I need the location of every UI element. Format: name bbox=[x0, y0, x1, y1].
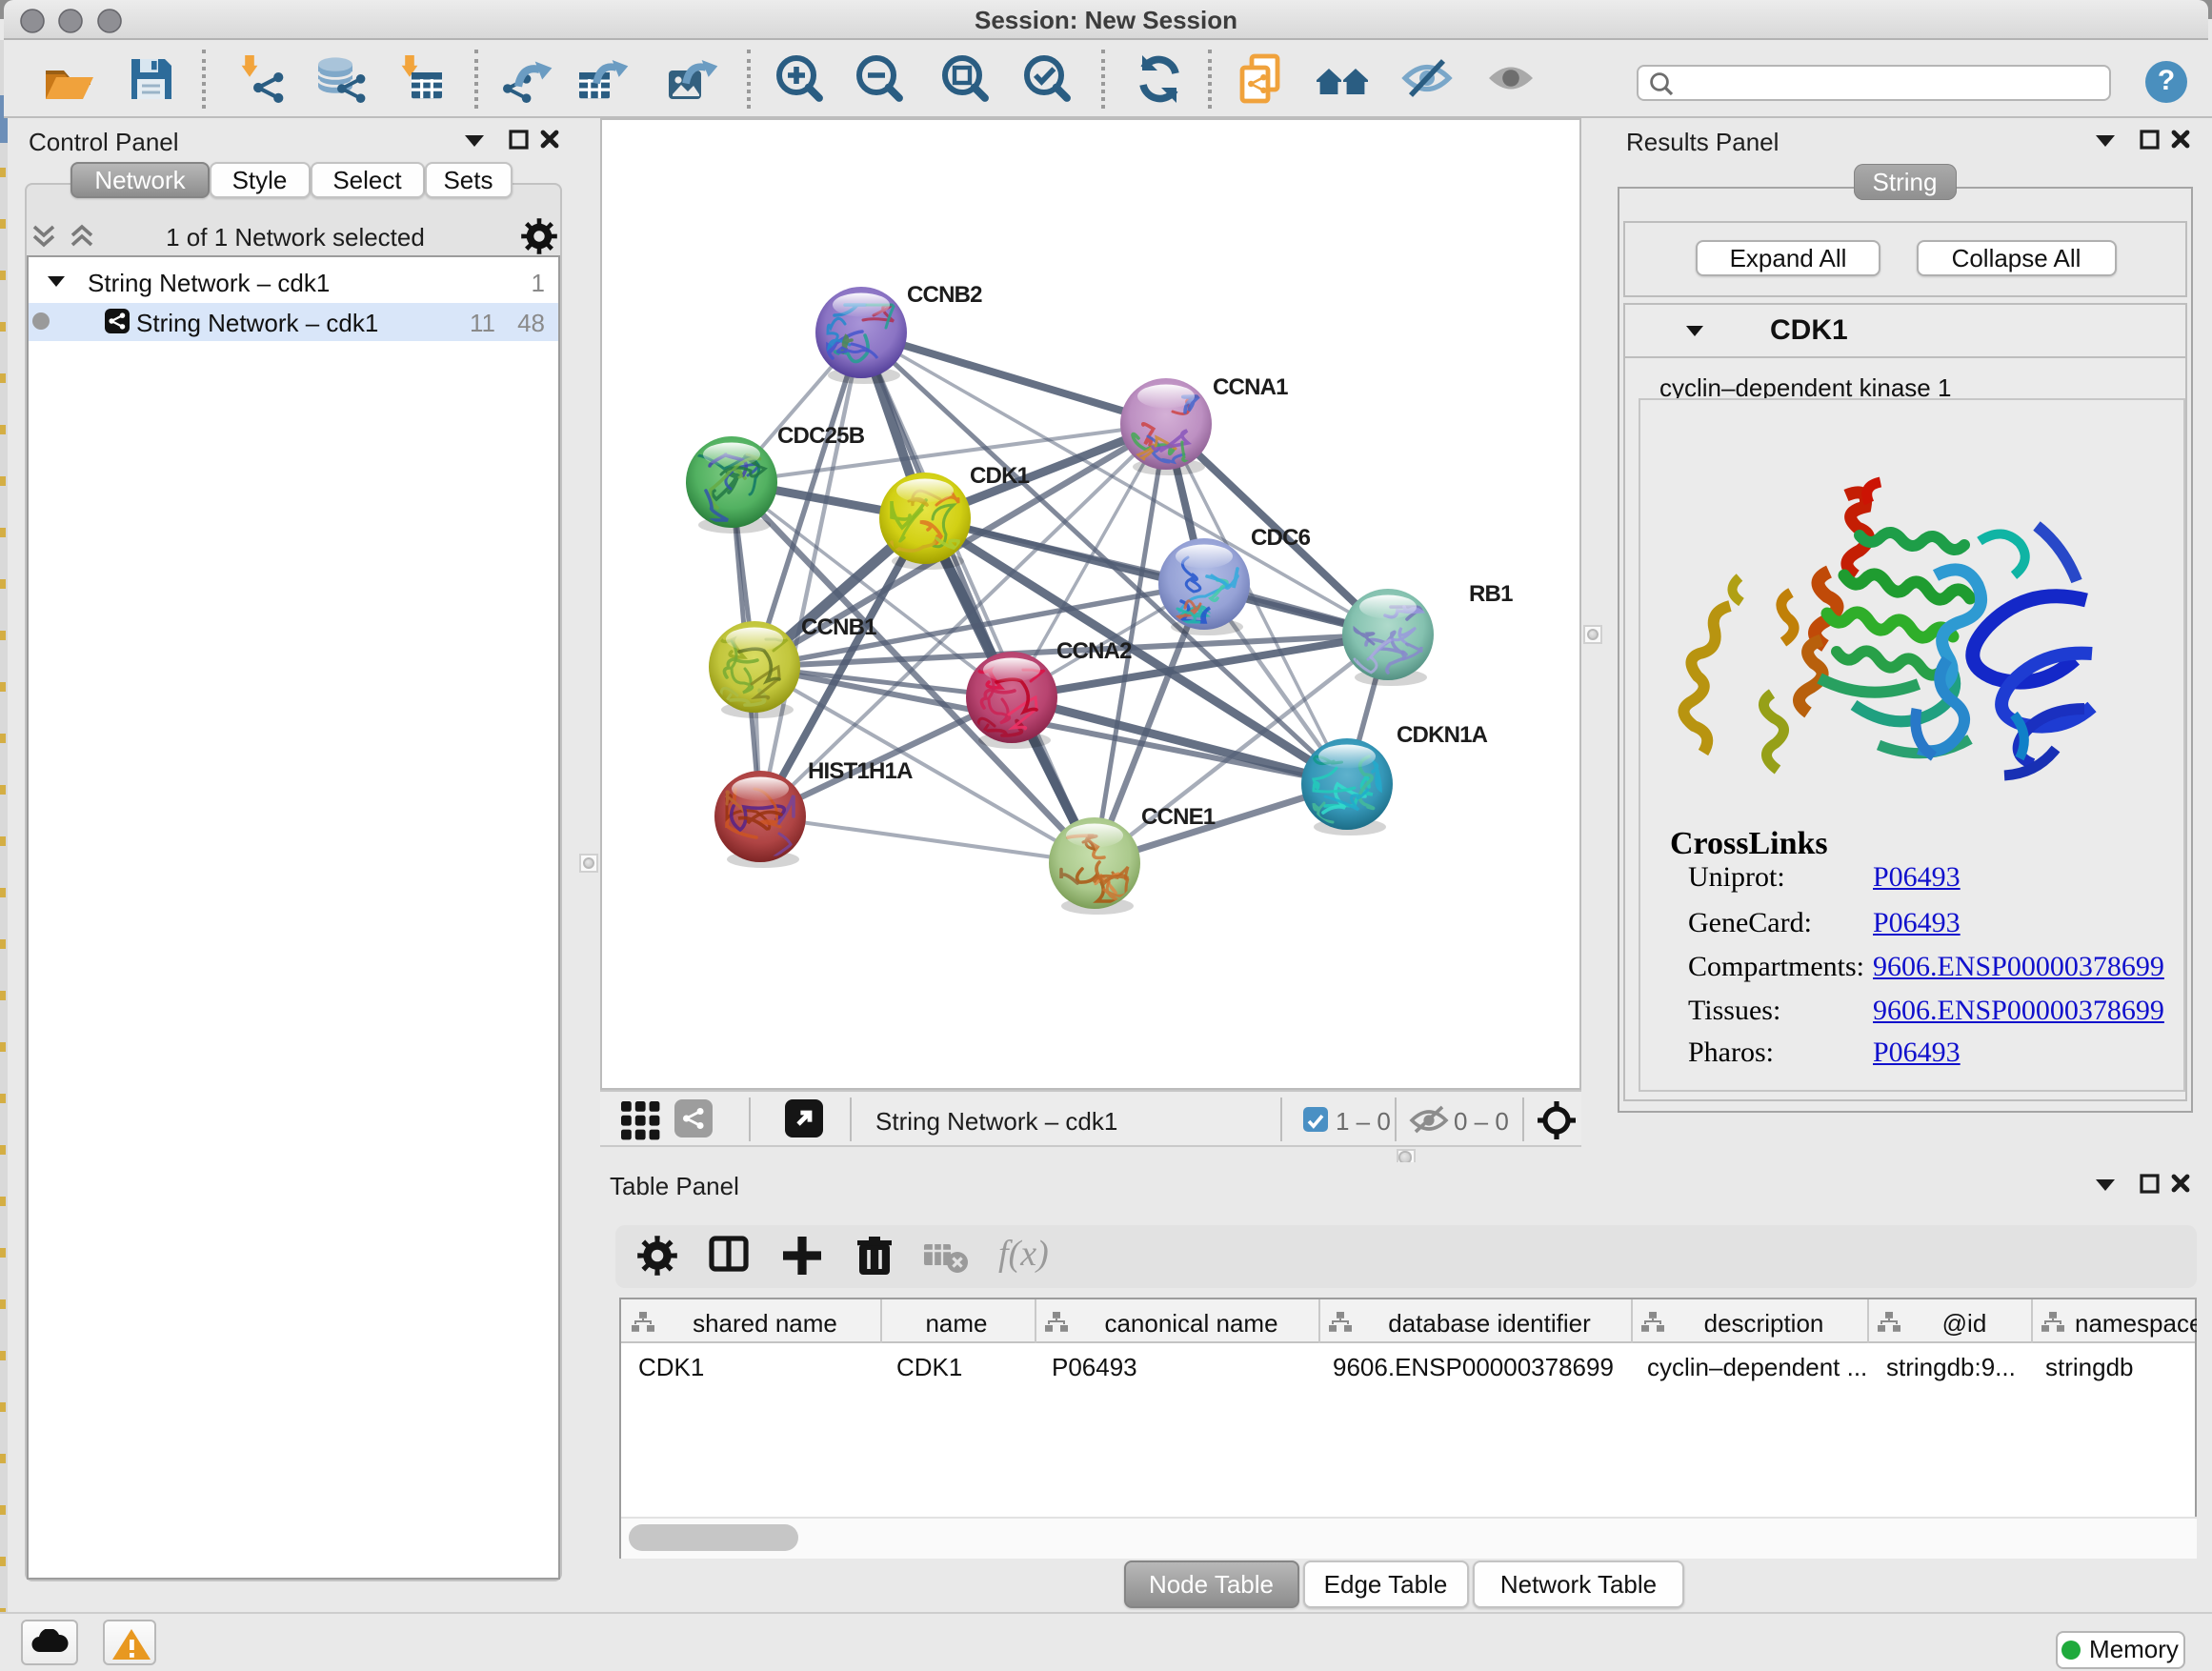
svg-text:CCNA2: CCNA2 bbox=[1056, 638, 1132, 664]
svg-text:CCNB2: CCNB2 bbox=[907, 282, 982, 308]
svg-text:RB1: RB1 bbox=[1469, 581, 1513, 607]
svg-text:CDC25B: CDC25B bbox=[777, 423, 865, 449]
svg-text:HIST1H1A: HIST1H1A bbox=[808, 758, 913, 784]
svg-text:CDK1: CDK1 bbox=[970, 463, 1030, 489]
svg-text:CCNB1: CCNB1 bbox=[801, 614, 876, 640]
svg-text:CCNE1: CCNE1 bbox=[1141, 804, 1216, 830]
svg-text:CCNA1: CCNA1 bbox=[1213, 374, 1288, 400]
svg-text:CDKN1A: CDKN1A bbox=[1397, 722, 1488, 748]
svg-text:CDC6: CDC6 bbox=[1251, 525, 1311, 551]
